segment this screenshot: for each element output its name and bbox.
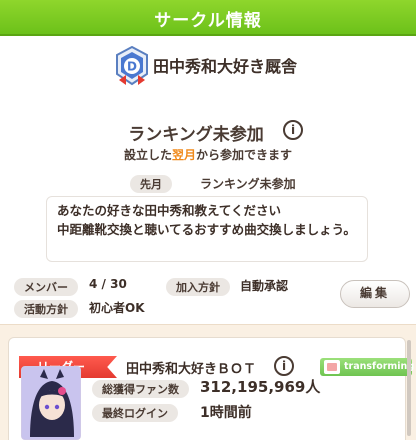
header-bar: サークル情報 xyxy=(0,0,416,36)
fans-label: 総獲得ファン数 xyxy=(92,380,189,398)
leader-avatar-portrait-icon xyxy=(22,367,80,439)
ranking-status: ランキング未参加 xyxy=(0,120,416,145)
circle-emblem-icon: D xyxy=(116,46,148,86)
leader-avatar[interactable] xyxy=(21,366,81,440)
members-label: メンバー xyxy=(14,278,78,296)
circle-title-row: D 田中秀和大好き厩舎 xyxy=(0,44,416,86)
circle-message-text: あなたの好きな田中秀和教えてください 中距離靴交換と聴いてるおすすめ曲交換しまし… xyxy=(57,203,356,237)
fans-label-wrap: 総獲得ファン数 xyxy=(92,378,189,398)
activity-policy-value: 初心者OK xyxy=(89,301,145,315)
leader-name: 田中秀和大好きＢＯＴ xyxy=(126,362,257,377)
members-value: 4 / 30 xyxy=(89,277,127,291)
members-label-wrap: メンバー xyxy=(14,276,78,296)
last-month-value: ランキング未参加 xyxy=(200,177,296,191)
last-login-value: 1時間前 xyxy=(200,405,252,421)
join-policy-label-wrap: 加入方針 xyxy=(166,276,230,296)
edit-button[interactable]: 編集 xyxy=(340,280,410,308)
ranking-subtitle: 設立した翌月から参加できます xyxy=(0,146,416,163)
circle-message: あなたの好きな田中秀和教えてください 中距離靴交換と聴いてるおすすめ曲交換しまし… xyxy=(46,196,368,262)
page-title: サークル情報 xyxy=(154,11,262,31)
last-month-row: 先月 ランキング未参加 xyxy=(130,173,296,193)
circle-name: 田中秀和大好き厩舎 xyxy=(153,57,298,76)
last-login-label-wrap: 最終ログイン xyxy=(92,402,178,422)
ranking-status-text: ランキング未参加 xyxy=(128,125,264,145)
transforming-badge-text: transforming xyxy=(344,361,415,372)
activity-policy-label-wrap: 活動方針 xyxy=(14,298,78,318)
ranking-subtitle-after: から参加できます xyxy=(196,148,293,162)
ranking-subtitle-before: 設立した xyxy=(123,148,172,162)
transforming-icon xyxy=(324,360,340,374)
join-policy-label: 加入方針 xyxy=(166,278,230,296)
transforming-badge: transforming xyxy=(320,358,415,376)
fans-value: 312,195,969人 xyxy=(200,378,321,396)
ranking-info-icon[interactable]: i xyxy=(283,120,303,140)
ranking-subtitle-highlight: 翌月 xyxy=(171,148,196,162)
activity-policy-label: 活動方針 xyxy=(14,300,78,318)
scrollbar[interactable] xyxy=(407,340,411,436)
last-month-label: 先月 xyxy=(130,175,172,193)
join-policy-value: 自動承認 xyxy=(240,279,289,293)
svg-text:D: D xyxy=(127,60,137,74)
leader-info-icon[interactable]: i xyxy=(274,356,294,376)
last-login-label: 最終ログイン xyxy=(92,404,178,422)
